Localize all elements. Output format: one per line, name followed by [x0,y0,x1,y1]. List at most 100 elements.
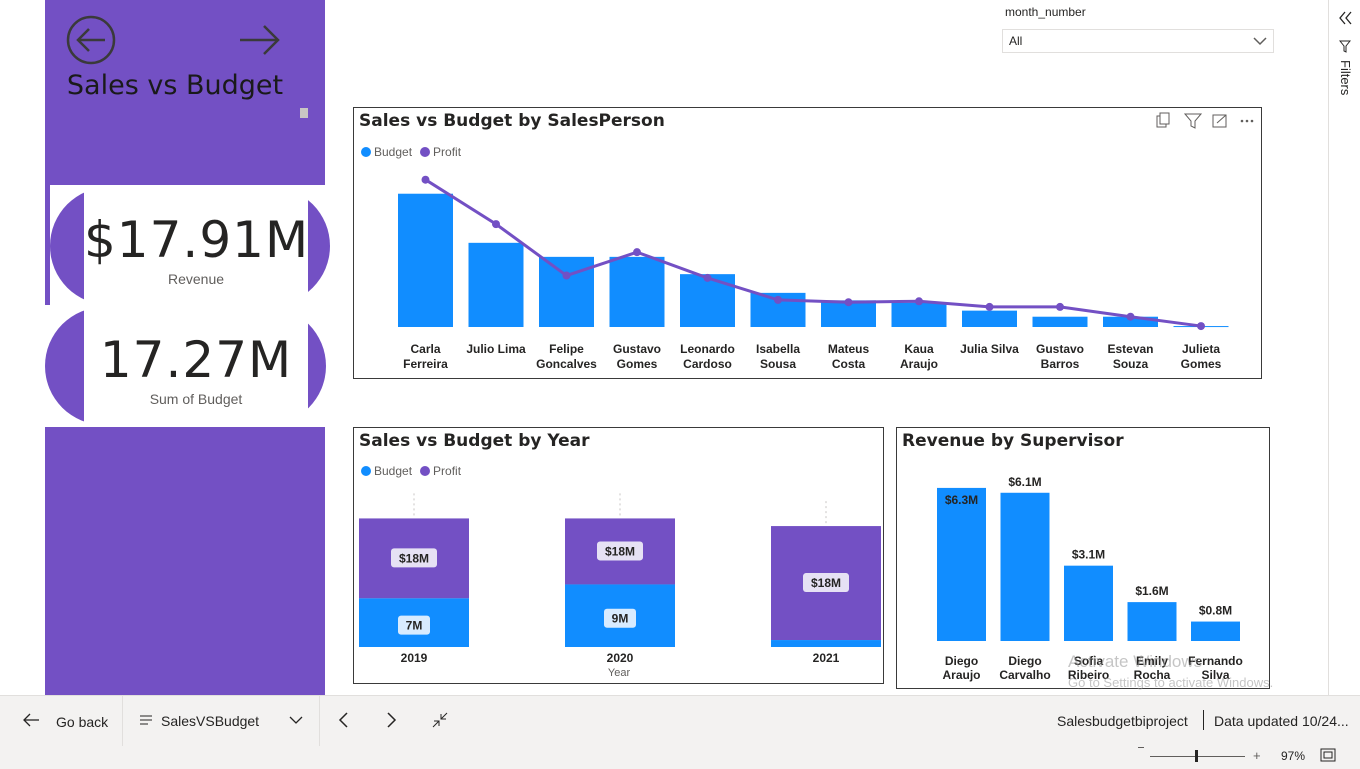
data-label: $3.1M [1072,548,1105,562]
profit-point [774,295,782,304]
slicer-label: month_number [1005,5,1086,19]
budget-bar [398,193,453,327]
profit-point [633,248,641,257]
year-axis-label: Year [607,667,631,679]
profit-point [1197,322,1205,331]
x-tick-label: Isabella [756,342,800,356]
supervisor-visual[interactable]: Revenue by Supervisor $6.3M Diego Araujo $6… [896,427,1270,689]
zoom-slider-thumb[interactable] [1195,750,1198,762]
x-tick-label: Araujo [900,357,938,371]
data-label: $6.3M [945,493,978,507]
page-selector[interactable]: SalesVSBudget [161,713,259,729]
x-tick-label: Diego [945,654,978,668]
page-title: Sales vs Budget [66,70,284,101]
x-tick-label: Araujo [942,668,980,682]
budget-bar [468,242,524,327]
profit-point [1126,312,1135,321]
x-tick-label: Barros [1041,357,1080,371]
x-tick-label: Goncalves [536,357,597,371]
profit-point [703,273,712,282]
slicer-value: All [1009,34,1023,48]
budget-bar [771,640,881,647]
profit-data-label: $18M [399,551,429,565]
go-back-button[interactable]: Go back [56,714,108,730]
profit-point [915,297,923,306]
back-nav-button[interactable] [65,14,117,66]
x-tick-label: Estevan [1107,342,1153,356]
x-tick-label: Kaua [904,342,934,356]
profit-point [562,271,571,280]
budget-bar [609,256,665,327]
x-tick-label: 2021 [813,651,840,665]
x-tick-label: Costa [832,357,866,371]
filters-pane[interactable]: Filters [1328,0,1360,695]
arrow-right-icon [240,25,280,55]
revenue-bar [937,487,986,641]
x-tick-label: Gustavo [613,342,661,356]
budget-bar [680,274,735,327]
x-tick-label: Ferreira [403,357,448,371]
revenue-value: $17.91M [84,211,310,269]
profit-data-label: $18M [811,576,841,590]
revenue-bar [1064,565,1113,641]
profit-point [421,175,430,184]
x-tick-label: Julieta [1182,342,1220,356]
next-page-icon[interactable] [386,712,398,728]
forward-nav-button[interactable] [238,22,282,58]
revenue-bar [1127,602,1177,641]
collapse-double-chevron-icon[interactable] [1337,10,1353,26]
budget-card[interactable]: 17.27M Sum of Budget [84,305,308,425]
zoom-level: 97% [1281,749,1306,763]
page-list-icon [140,715,152,725]
budget-data-label: 7M [406,619,423,633]
chevron-down-icon [1253,37,1267,46]
revenue-card[interactable]: $17.91M Revenue [84,185,308,305]
x-tick-label: Carla [410,342,440,356]
salesperson-combo-chart: CarlaFerreira Julio Lima FelipeGoncalves Gu… [398,175,1229,371]
x-tick-label: Mateus [828,342,870,356]
budget-label: Sum of Budget [149,391,243,407]
x-tick-label: Gustavo [1036,342,1084,356]
bottom-navigation-bar: Go back SalesVSBudget Salesbudgetbiproje… [0,695,1360,769]
budget-bar [1032,316,1088,327]
data-label: $0.8M [1199,604,1232,618]
profit-data-label: $18M [605,544,635,558]
x-tick-label: 2020 [607,651,634,665]
x-tick-label: Diego [1008,654,1041,668]
budget-bar [539,256,594,327]
budget-bar [891,302,947,327]
filters-label[interactable]: Filters [1338,60,1353,95]
budget-value: 17.27M [99,331,293,389]
x-tick-label: Gomes [617,357,658,371]
data-label: $6.1M [1008,475,1041,489]
revenue-bar [1191,621,1240,641]
profit-point [844,298,853,307]
profit-point [492,220,500,229]
x-tick-label: Leonardo [680,342,735,356]
resize-handle-icon [300,108,308,118]
x-tick-label: Julio Lima [466,342,526,356]
activate-windows-watermark: Activate Windows Go to Settings to activ… [1068,652,1274,690]
circle-arrow-left-icon [66,15,116,65]
budget-bar [962,310,1017,327]
data-label: $1.6M [1135,584,1168,598]
x-tick-label: Carvalho [999,668,1050,682]
fit-to-page-icon[interactable] [1320,748,1336,762]
previous-page-icon[interactable] [337,712,349,728]
x-tick-label: Gomes [1181,357,1222,371]
month-slicer-dropdown[interactable]: All [1002,29,1274,53]
x-tick-label: Sousa [760,357,796,371]
revenue-bar [1000,492,1050,641]
chevron-down-icon[interactable] [289,715,303,725]
report-name: Salesbudgetbiproject [1057,713,1188,729]
zoom-minus-button[interactable] [1138,747,1144,748]
profit-point [1056,302,1064,311]
zoom-plus-button[interactable]: + [1253,748,1261,763]
year-visual[interactable]: Sales vs Budget by Year Budget Profit $1… [353,427,884,684]
filter-funnel-icon [1339,40,1351,53]
lower-panel [45,427,325,695]
salesperson-visual[interactable]: Sales vs Budget by SalesPerson Budget Pr… [353,107,1262,379]
profit-point [985,302,994,311]
arrow-left-icon[interactable] [22,712,40,728]
exit-full-screen-icon[interactable] [432,712,448,728]
